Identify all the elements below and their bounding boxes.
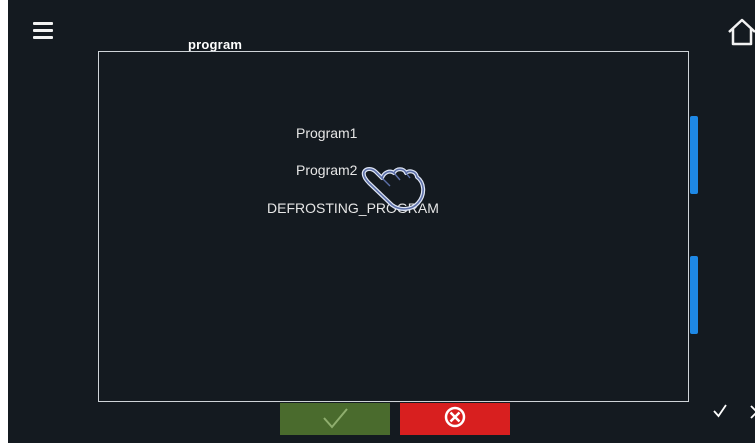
home-icon bbox=[728, 18, 755, 46]
dialog-confirm-button[interactable] bbox=[712, 402, 728, 425]
program-select-dialog: Program1 Program2 DEFROSTING_PROGRAM bbox=[98, 51, 755, 419]
option-program2[interactable]: Program2 bbox=[296, 162, 357, 178]
menu-icon-bar bbox=[33, 36, 53, 39]
option-defrosting-program[interactable]: DEFROSTING_PROGRAM bbox=[267, 200, 439, 216]
menu-icon-bar bbox=[33, 22, 53, 25]
checkmark-icon bbox=[713, 404, 727, 418]
side-tab-lower[interactable] bbox=[690, 256, 698, 334]
home-button[interactable] bbox=[726, 17, 755, 47]
dialog-title: program bbox=[188, 37, 243, 52]
menu-button[interactable] bbox=[33, 22, 53, 40]
bottom-cancel-button[interactable] bbox=[400, 403, 510, 435]
dialog-cancel-button[interactable] bbox=[749, 402, 755, 426]
menu-icon-bar bbox=[33, 29, 53, 32]
checkmark-icon bbox=[323, 408, 348, 429]
bottom-confirm-button[interactable] bbox=[280, 403, 390, 435]
option-program1[interactable]: Program1 bbox=[296, 125, 357, 141]
side-tab-upper[interactable] bbox=[690, 116, 698, 194]
device-screen: program Program1 Program2 DEFROSTING_PRO… bbox=[8, 0, 755, 443]
close-circle-icon bbox=[444, 406, 466, 428]
close-icon bbox=[750, 405, 755, 419]
